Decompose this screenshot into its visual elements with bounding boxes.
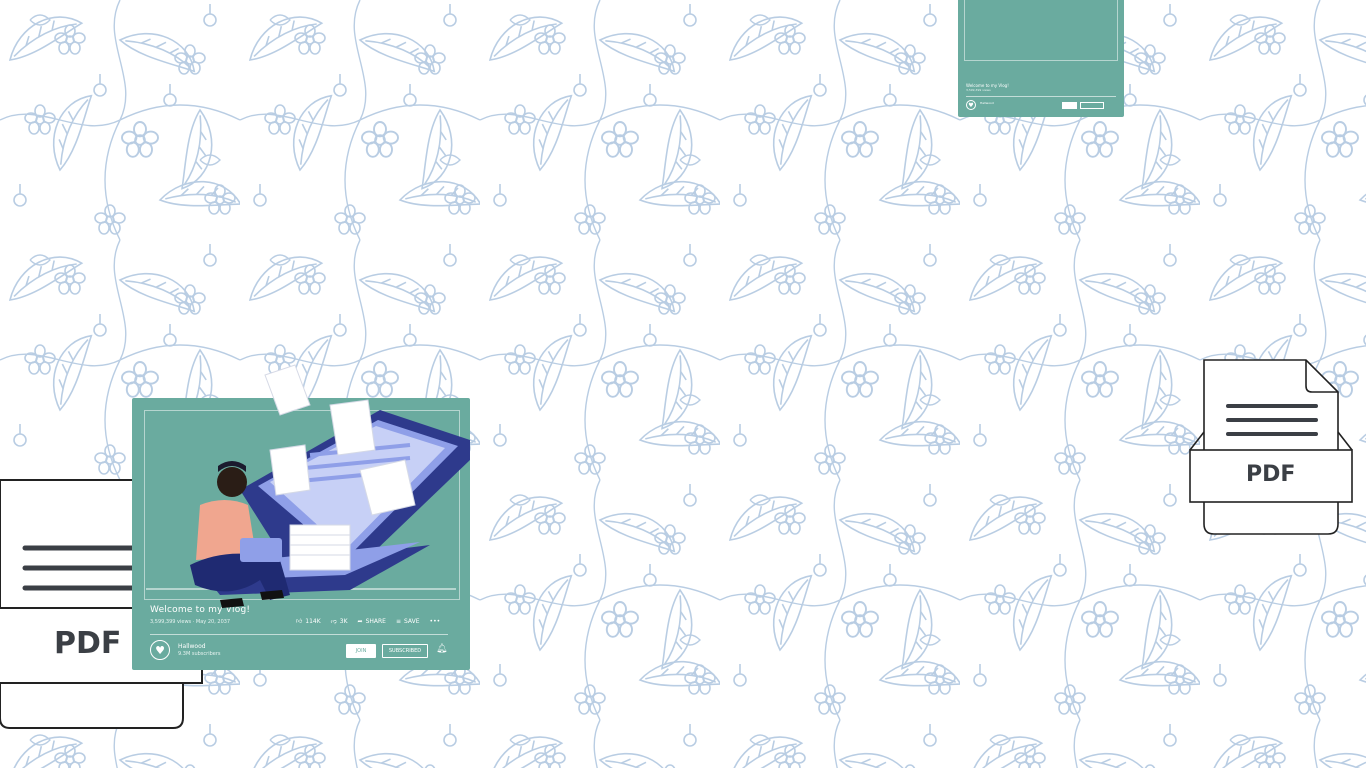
- heart-icon[interactable]: ♥: [150, 640, 170, 660]
- mini-channel-name: Hallwood: [980, 101, 994, 105]
- subscriber-count: 9.3M subscribers: [178, 651, 221, 657]
- person-laptop-illustration: [190, 364, 470, 608]
- mini-video-card: Welcome to my Vlog! 3,599,399 views ♥ Ha…: [958, 0, 1124, 117]
- pdf-label-left: PDF: [54, 626, 122, 661]
- document-icon: [1189, 359, 1353, 535]
- mini-divider: [966, 96, 1116, 97]
- join-button[interactable]: JOIN: [346, 644, 376, 658]
- mini-subscribe-button[interactable]: [1080, 102, 1104, 109]
- channel-name[interactable]: Hallwood: [178, 643, 206, 650]
- subscribed-button[interactable]: SUBSCRIBED: [382, 644, 428, 658]
- mini-join-button[interactable]: [1062, 102, 1077, 109]
- mini-heart-icon: ♥: [966, 100, 976, 110]
- mini-video-screen: [964, 0, 1118, 61]
- video-divider: [150, 634, 448, 635]
- pdf-label-right: PDF: [1246, 462, 1296, 487]
- bell-icon[interactable]: 🔔︎: [436, 644, 447, 654]
- mini-video-meta: 3,599,399 views: [966, 88, 991, 92]
- pdf-file-icon-right: PDF: [1188, 358, 1356, 538]
